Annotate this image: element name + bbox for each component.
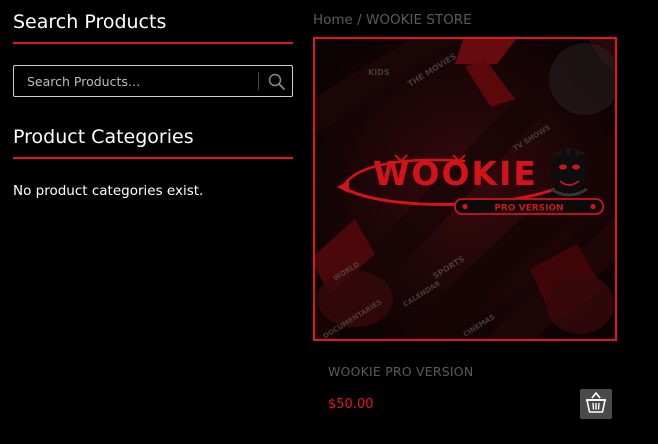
add-to-cart-button[interactable] xyxy=(580,389,612,419)
page: Search Products Product Categories No pr… xyxy=(0,0,658,444)
search-divider xyxy=(258,72,259,90)
search-form xyxy=(13,65,293,97)
search-widget-title: Search Products xyxy=(13,11,167,33)
product-image-link[interactable]: KIDS THE MOVIES WORLD SPORTS DOCUMENTARI… xyxy=(313,37,617,341)
search-input[interactable] xyxy=(14,66,256,96)
breadcrumb-current: WOOKIE STORE xyxy=(366,12,472,28)
breadcrumb-separator: / xyxy=(352,12,367,28)
search-button[interactable] xyxy=(266,71,288,93)
search-icon xyxy=(268,73,285,90)
product-price: $50.00 xyxy=(328,397,374,412)
no-categories-message: No product categories exist. xyxy=(13,183,204,199)
breadcrumb-home-link[interactable]: Home xyxy=(313,12,353,28)
search-widget-divider xyxy=(13,42,293,44)
categories-widget-divider xyxy=(13,157,293,159)
basket-icon xyxy=(586,392,606,413)
product-name-link[interactable]: WOOKIE PRO VERSION xyxy=(328,363,473,381)
product-image: KIDS THE MOVIES WORLD SPORTS DOCUMENTARI… xyxy=(315,39,615,339)
categories-widget-title: Product Categories xyxy=(13,126,194,148)
breadcrumb: Home / WOOKIE STORE xyxy=(313,11,472,29)
